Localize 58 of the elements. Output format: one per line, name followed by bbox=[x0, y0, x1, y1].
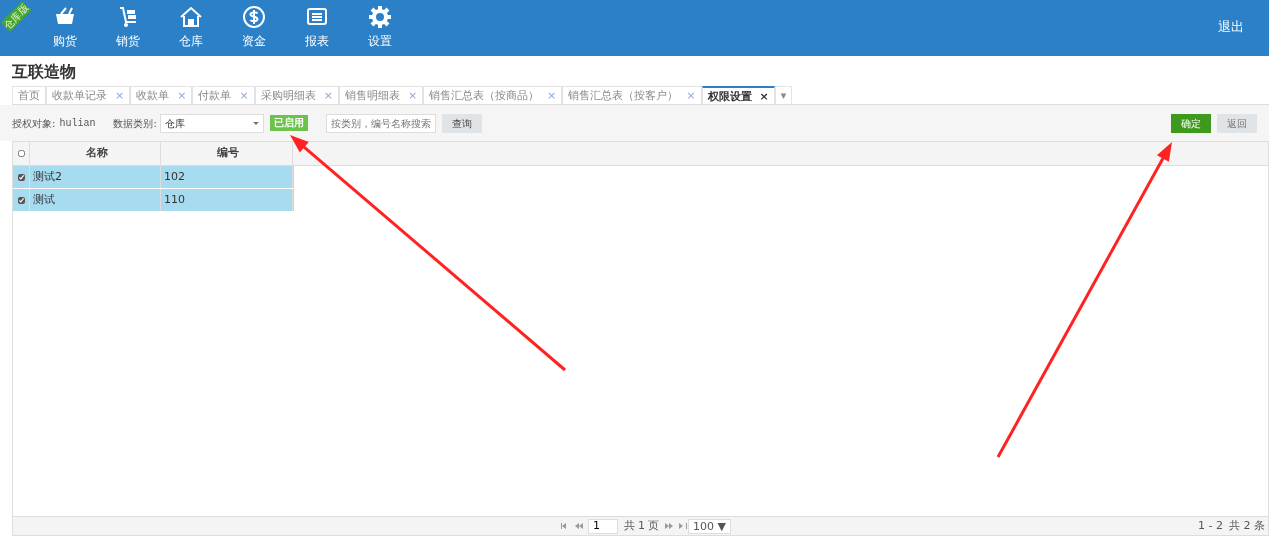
page-field[interactable]: 1 bbox=[588, 518, 618, 534]
close-icon[interactable]: × bbox=[407, 89, 418, 102]
tab[interactable]: 销售汇总表（按客户） × bbox=[562, 86, 702, 104]
tab[interactable]: 权限设置 × bbox=[701, 86, 775, 104]
close-icon[interactable]: × bbox=[115, 89, 125, 102]
checkbox[interactable] bbox=[17, 173, 25, 181]
query-button[interactable]: 查询 bbox=[441, 113, 482, 133]
table-cell: 测试 bbox=[30, 189, 161, 211]
gear-icon bbox=[367, 5, 392, 29]
nav-item[interactable]: 资金 bbox=[222, 0, 285, 50]
tab[interactable]: 收款单记录 × bbox=[46, 86, 131, 104]
next-page-icon[interactable] bbox=[665, 523, 673, 529]
checkbox[interactable] bbox=[17, 196, 25, 204]
table-row[interactable]: 测试2 102 bbox=[13, 166, 294, 189]
search-field[interactable]: 按类别，编号名称搜索 bbox=[325, 113, 436, 133]
close-icon[interactable]: × bbox=[239, 89, 249, 102]
page-size-select[interactable]: 100 ▼ bbox=[688, 518, 731, 534]
back-button[interactable]: 返回 bbox=[1217, 113, 1257, 133]
type-label: 数据类别: bbox=[113, 116, 157, 131]
table-cell: 测试2 bbox=[30, 166, 161, 188]
tab[interactable]: 付款单 × bbox=[192, 86, 255, 104]
tab[interactable]: 收款单 × bbox=[130, 86, 193, 104]
close-icon[interactable]: × bbox=[759, 90, 769, 103]
page-count: 共 1 页 bbox=[623, 517, 660, 534]
close-icon[interactable]: × bbox=[686, 89, 696, 102]
last-page-icon[interactable] bbox=[678, 523, 687, 529]
house-icon bbox=[178, 5, 203, 29]
record-range: 1 - 2 bbox=[1198, 517, 1223, 534]
nav-item[interactable]: 销货 bbox=[96, 0, 159, 50]
first-page-icon[interactable] bbox=[561, 523, 569, 529]
close-icon[interactable]: × bbox=[323, 89, 333, 102]
close-icon[interactable]: × bbox=[547, 89, 557, 102]
table-cell: 110 bbox=[161, 189, 293, 211]
column-header: 编号 bbox=[161, 142, 293, 165]
corner-ribbon: 仓库版 bbox=[0, 0, 32, 32]
target-value: hulian bbox=[59, 116, 96, 131]
dollar-icon bbox=[241, 5, 266, 29]
logout-link[interactable]: 退出 bbox=[1218, 17, 1244, 37]
column-header: 名称 bbox=[30, 142, 161, 165]
tab[interactable]: 首页 bbox=[12, 86, 46, 104]
table-cell: 102 bbox=[161, 166, 293, 188]
page-title: 互联造物 bbox=[11, 61, 77, 83]
table-row[interactable]: 测试 110 bbox=[13, 189, 294, 212]
close-icon[interactable]: × bbox=[177, 89, 187, 102]
nav-item[interactable]: 购货 bbox=[33, 0, 96, 50]
target-label: 授权对象: bbox=[12, 116, 56, 131]
nav-item[interactable]: 设置 bbox=[348, 0, 411, 50]
confirm-button[interactable]: 确定 bbox=[1171, 113, 1211, 133]
tab[interactable]: 采购明细表 × bbox=[254, 86, 339, 104]
tab[interactable]: 销售汇总表（按商品） × bbox=[423, 86, 563, 104]
prev-page-icon[interactable] bbox=[574, 523, 583, 529]
type-select[interactable]: 仓库 bbox=[159, 113, 264, 133]
nav-item[interactable]: 仓库 bbox=[159, 0, 222, 50]
record-total: 共 2 条 bbox=[1229, 517, 1265, 534]
tab[interactable]: 销售明细表 × bbox=[338, 86, 424, 104]
nav-item[interactable]: 报表 bbox=[285, 0, 348, 50]
status-badge: 已启用 bbox=[269, 115, 308, 131]
checkbox[interactable] bbox=[17, 150, 25, 157]
